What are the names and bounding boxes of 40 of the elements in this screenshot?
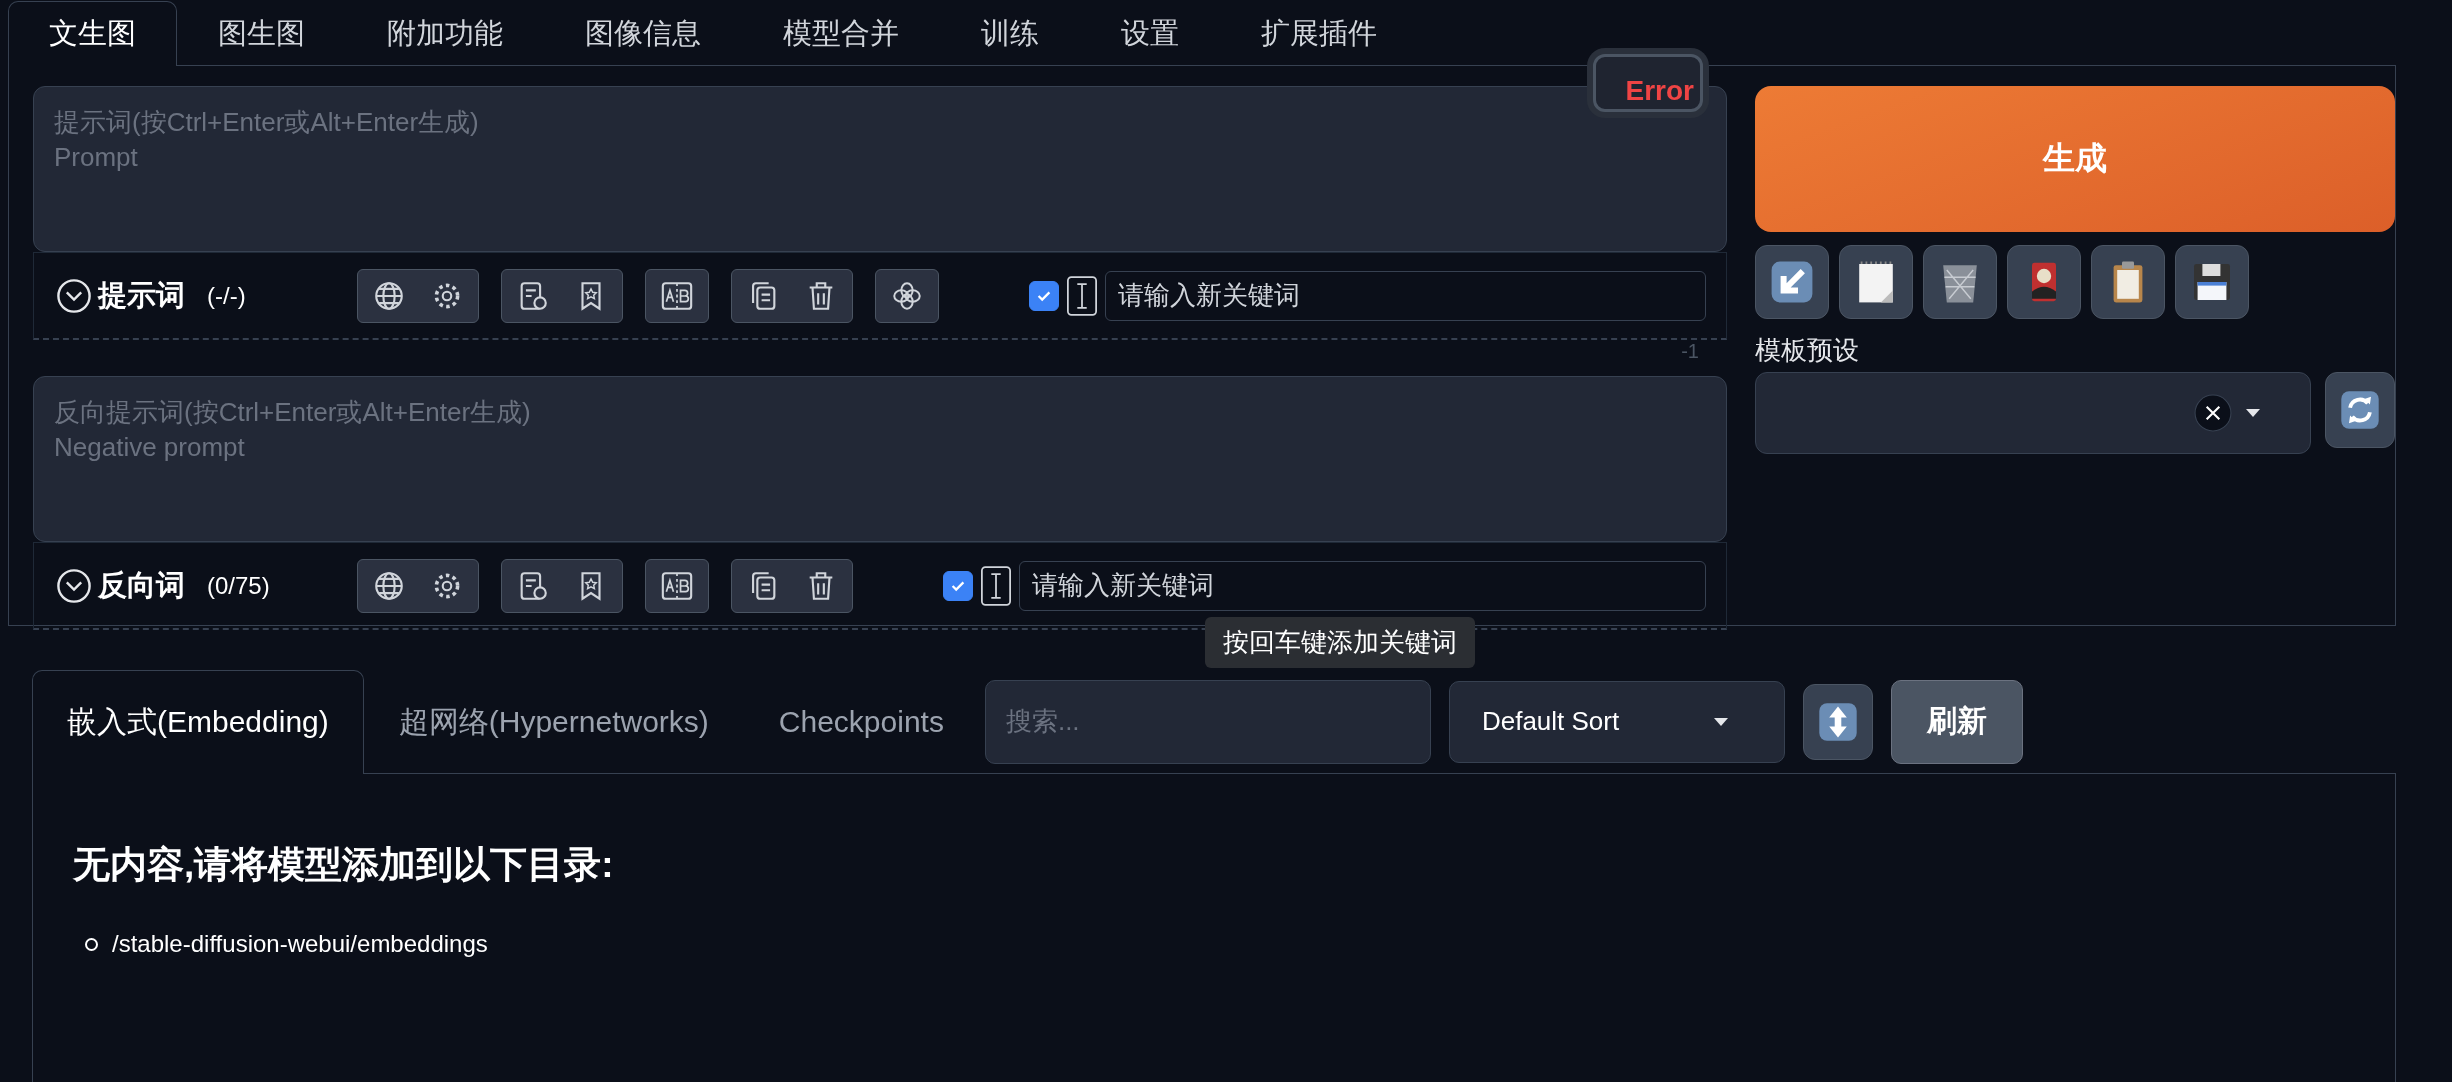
wastebasket-icon[interactable] [1923, 245, 1997, 319]
tooltip: 按回车键添加关键词 [1205, 616, 1475, 668]
clear-icon[interactable] [2194, 394, 2232, 432]
preset-label: 模板预设 [1755, 334, 1860, 367]
checkbox[interactable] [943, 570, 973, 601]
keyword-field[interactable]: 请输入新关键词 [1019, 560, 1706, 611]
tab[interactable]: 文生图 [8, 1, 177, 66]
keyword-field[interactable]: 请输入新关键词 [1105, 270, 1706, 321]
tab[interactable]: 模型合并 [742, 1, 940, 65]
refresh-icon[interactable] [2325, 372, 2395, 448]
tab[interactable]: 图生图 [177, 1, 346, 65]
collapse-icon[interactable] [56, 277, 92, 314]
tab[interactable]: 训练 [940, 1, 1080, 65]
toolbar-title: 反向词 [98, 567, 185, 603]
toolbar-title: 提示词 [98, 277, 185, 313]
tab[interactable]: 扩展插件 [1220, 1, 1418, 65]
card-icon[interactable] [2007, 245, 2081, 319]
sort-icon[interactable] [1802, 683, 1873, 760]
tab[interactable]: 设置 [1080, 1, 1220, 65]
tab[interactable]: Checkpoints [743, 670, 979, 773]
caret-icon [1713, 717, 1728, 726]
caret-icon [2246, 409, 2260, 417]
bullet-icon [85, 937, 98, 951]
folder-path: /stable-diffusion-webui/embeddings [112, 930, 488, 958]
token-count: (-/-) [207, 281, 247, 310]
refresh-button[interactable]: 刷新 [1890, 679, 2023, 764]
search-field[interactable]: 搜索... [984, 679, 1431, 764]
token-counter: -1 [1681, 340, 1699, 364]
empty-heading: 无内容,请将模型添加到以下目录: [73, 843, 615, 887]
token-count: (0/75) [207, 571, 271, 600]
tab[interactable]: 附加功能 [346, 1, 544, 65]
tab[interactable]: 超网络(Hypernetworks) [363, 670, 744, 773]
notepad-icon[interactable] [1839, 245, 1913, 319]
sort-dropdown[interactable]: Default Sort [1448, 680, 1785, 763]
tab[interactable]: 图像信息 [544, 1, 742, 65]
prompt-field[interactable]: 反向提示词(按Ctrl+Enter或Alt+Enter生成) Negative prompt [33, 376, 1727, 542]
tab[interactable]: 嵌入式(Embedding) [32, 670, 364, 774]
checkbox[interactable] [1029, 280, 1059, 311]
collapse-icon[interactable] [56, 567, 92, 604]
clipboard-icon[interactable] [2091, 245, 2165, 319]
